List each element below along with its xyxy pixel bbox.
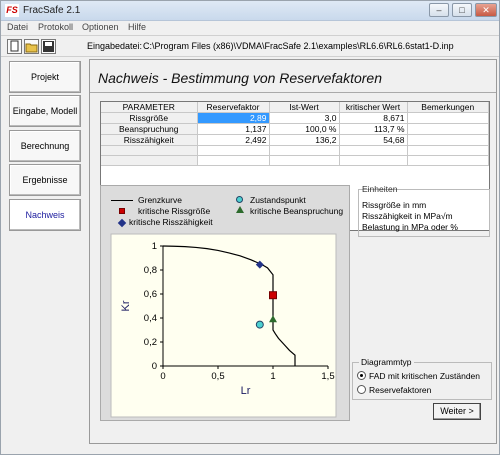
table-row: Beanspruchung 1,137 100,0 % 113,7 % [101,123,489,135]
table-cell[interactable]: 100,0 % [269,123,340,135]
table-row: Rissgröße 2,89 3,0 8,671 [101,112,489,124]
main-panel: Nachweis - Bestimmung von Reservefaktore… [89,59,497,444]
col-header-bemerkungen: Bemerkungen [407,102,489,113]
nav-eingabe-modell[interactable]: Eingabe, Modell [9,95,81,127]
y-tick-label: 0,2 [144,337,157,348]
save-disk-icon[interactable] [41,39,56,54]
table-cell[interactable]: 113,7 % [339,123,408,135]
next-button[interactable]: Weiter > [433,403,481,420]
table-cell[interactable]: 54,68 [339,134,408,146]
table-cell[interactable]: 1,137 [197,123,270,135]
diagram-type-group: Diagrammtyp FAD mit kritischen Zuständen… [352,357,492,400]
menu-optionen[interactable]: Optionen [82,22,119,32]
table-cell[interactable] [407,112,489,124]
table-cell[interactable] [407,134,489,146]
x-tick-label: 0 [160,371,165,382]
y-tick-label: 1 [152,241,157,252]
diagram-type-title: Diagrammtyp [359,357,414,367]
menu-hilfe[interactable]: Hilfe [128,22,146,32]
y-tick-label: 0,6 [144,289,157,300]
fad-chart-panel: Grenzkurve kritische Rissgröße kritische… [100,185,350,421]
table-cell[interactable] [407,123,489,135]
row-label: Beanspruchung [101,123,198,135]
col-header-kritischer-wert: kritischer Wert [339,102,408,113]
title-bar: FS FracSafe 2.1 – □ ✕ [1,1,499,21]
units-box: Einheiten Rissgröße in mm Risszähigkeit … [358,184,490,237]
window-title: FracSafe 2.1 [23,5,81,16]
units-line-belastung: Belastung in MPa oder % [362,222,458,232]
y-tick-label: 0,4 [144,313,157,324]
plot-area [110,233,337,418]
y-tick-label: 0 [152,361,157,372]
kritische-rissgroesse-marker [269,291,277,300]
nav-projekt[interactable]: Projekt [9,61,81,93]
legend-grenzkurve-line [111,200,133,201]
legend-grenzkurve: Grenzkurve [138,195,182,205]
input-file-path: C:\Program Files (x86)\VDMA\FracSafe 2.1… [143,41,454,51]
app-logo-icon: FS [5,4,19,17]
table-row-empty [101,145,489,156]
legend-risszaehigkeit-marker [117,218,127,228]
row-label: Rissgröße [101,112,198,124]
menu-bar: Datei Protokoll Optionen Hilfe [1,21,499,35]
legend-kritische-risszaehigkeit: kritische Risszähigkeit [129,217,213,227]
legend-kritische-beanspruchung: kritische Beanspruchung [250,206,344,216]
legend-zustandspunkt-marker [236,196,243,203]
table-cell[interactable]: 136,2 [269,134,340,146]
table-cell[interactable]: 2,89 [197,112,270,124]
menu-datei[interactable]: Datei [7,22,28,32]
radio-reservefaktoren[interactable] [357,385,366,394]
table-cell[interactable]: 8,671 [339,112,408,124]
legend-kritische-rissgroesse: kritische Rissgröße [138,206,211,216]
radio-fad-kritisch-label[interactable]: FAD mit kritischen Zuständen [369,371,480,381]
units-line-risszaehigkeit: Risszähigkeit in MPa√m [362,211,453,221]
x-tick-label: 0,5 [211,371,224,382]
units-title: Einheiten [362,184,398,194]
app-window: FS FracSafe 2.1 – □ ✕ Datei Protokoll Op… [0,0,500,455]
legend-beanspruchung-marker [236,206,244,213]
table-row: Risszähigkeit 2,492 136,2 54,68 [101,134,489,146]
maximize-button[interactable]: □ [452,3,472,17]
col-header-parameter: PARAMETER [101,102,198,113]
menu-protokoll[interactable]: Protokoll [38,22,73,32]
minimize-button[interactable]: – [429,3,449,17]
page-title: Nachweis - Bestimmung von Reservefaktore… [98,70,383,86]
nav-ergebnisse[interactable]: Ergebnisse [9,164,81,196]
x-axis-label: Lr [241,385,251,397]
close-button[interactable]: ✕ [475,3,497,17]
x-tick-label: 1,5 [321,371,334,382]
col-header-ist-wert: Ist-Wert [269,102,340,113]
row-label: Risszähigkeit [101,134,198,146]
radio-reservefaktoren-label[interactable]: Reservefaktoren [369,385,431,395]
input-file-label: Eingabedatei: [87,41,143,51]
x-tick-label: 1 [270,371,275,382]
radio-fad-kritisch[interactable] [357,371,366,380]
sidebar: Projekt Eingabe, Modell Berechnung Ergeb… [9,61,81,231]
nav-berechnung[interactable]: Berechnung [9,130,81,162]
table-row-empty [101,155,489,166]
new-file-icon[interactable] [7,39,22,54]
table-cell[interactable]: 2,492 [197,134,270,146]
zustandspunkt-marker [255,320,264,329]
legend-zustandspunkt: Zustandspunkt [250,195,306,205]
col-header-reservefaktor: Reservefaktor [197,102,270,113]
y-tick-label: 0,8 [144,265,157,276]
nav-nachweis[interactable]: Nachweis [9,199,81,231]
units-line-rissgroesse: Rissgröße in mm [362,200,427,210]
legend-rissgroesse-marker [119,208,125,214]
table-cell[interactable]: 3,0 [269,112,340,124]
y-axis-label: Kr [120,300,132,311]
fad-chart: 0 0,5 1 1,5 0 0,2 0,4 0,6 0,8 1 Lr Kr [110,233,337,418]
table-header-row: PARAMETER Reservefaktor Ist-Wert kritisc… [101,102,489,113]
title-divider [90,92,496,93]
open-folder-icon[interactable] [24,39,39,54]
